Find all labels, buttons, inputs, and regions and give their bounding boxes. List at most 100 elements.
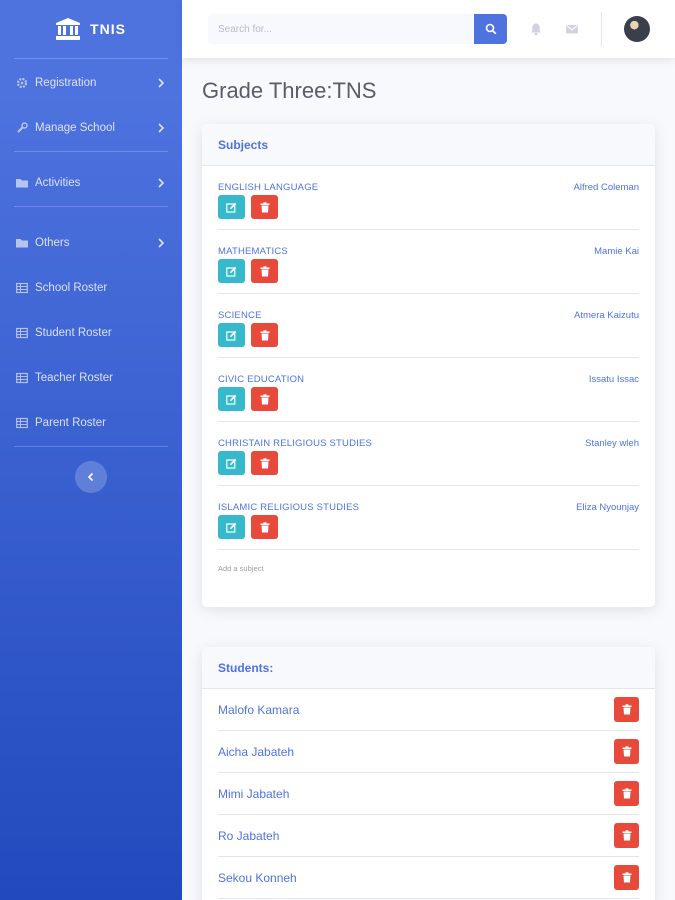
subjects-card: Subjects English Language Alfred Coleman… <box>202 124 655 607</box>
subject-teacher[interactable]: Atmera Kaizutu <box>574 310 639 321</box>
edit-subject-button[interactable] <box>218 259 245 283</box>
subject-row: English Language Alfred Coleman <box>218 166 639 230</box>
subject-actions <box>218 451 278 475</box>
search-input[interactable] <box>208 14 474 44</box>
students-header: Students: <box>202 647 655 689</box>
student-name[interactable]: Malofo Kamara <box>218 703 299 717</box>
table-icon <box>16 282 28 293</box>
subject-actions <box>218 195 278 219</box>
sidebar-item-label: Manage School <box>35 121 115 134</box>
subject-teacher[interactable]: Eliza Nyounjay <box>576 502 639 513</box>
brand[interactable]: TNIS <box>0 0 182 58</box>
trash-icon <box>622 872 631 883</box>
page-title: Grade Three:TNS <box>202 78 377 103</box>
student-name[interactable]: Aicha Jabateh <box>218 745 294 759</box>
delete-subject-button[interactable] <box>251 451 278 475</box>
wrench-icon <box>17 121 28 133</box>
subject-name[interactable]: English Language <box>218 182 318 193</box>
envelope-icon[interactable] <box>565 22 579 36</box>
edit-icon <box>226 458 237 469</box>
subject-row: Civic Education Issatu Issac <box>218 358 639 422</box>
edit-subject-button[interactable] <box>218 515 245 539</box>
trash-icon <box>260 265 269 276</box>
edit-subject-button[interactable] <box>218 323 245 347</box>
edit-icon <box>226 330 237 341</box>
trash-icon <box>260 201 269 212</box>
edit-subject-button[interactable] <box>218 451 245 475</box>
subject-teacher[interactable]: Stanley wleh <box>585 438 639 449</box>
avatar[interactable] <box>624 16 650 42</box>
edit-subject-button[interactable] <box>218 387 245 411</box>
sidebar-item-manage-school[interactable]: Manage School <box>0 105 182 150</box>
search-icon <box>485 23 496 35</box>
folder-icon <box>16 238 28 247</box>
edit-icon <box>226 266 237 277</box>
chevron-right-icon <box>158 237 165 248</box>
chevron-right-icon <box>158 122 165 133</box>
chevron-right-icon <box>158 77 165 88</box>
students-card: Students: Malofo Kamara Aicha Jabateh Mi… <box>202 647 655 900</box>
sidebar-item-activities[interactable]: Activities <box>0 160 182 205</box>
sidebar-toggle-button[interactable] <box>75 461 107 493</box>
sidebar-item-student-roster[interactable]: Student Roster <box>0 310 182 355</box>
subject-name[interactable]: Science <box>218 310 262 321</box>
subject-row: Islamic Religious Studies Eliza Nyounjay <box>218 486 639 550</box>
delete-student-button[interactable] <box>614 781 639 806</box>
gear-icon <box>16 77 28 88</box>
bell-icon[interactable] <box>529 22 543 36</box>
delete-subject-button[interactable] <box>251 323 278 347</box>
sidebar-item-registration[interactable]: Registration <box>0 60 182 105</box>
student-name[interactable]: Sekou Konneh <box>218 871 297 885</box>
subject-name[interactable]: Civic Education <box>218 374 304 385</box>
delete-student-button[interactable] <box>614 865 639 890</box>
sidebar-divider <box>14 446 168 447</box>
university-icon <box>56 18 81 40</box>
student-row: Mimi Jabateh <box>218 773 639 815</box>
delete-subject-button[interactable] <box>251 259 278 283</box>
trash-icon <box>622 830 631 841</box>
sidebar-item-parent-roster[interactable]: Parent Roster <box>0 400 182 445</box>
sidebar-item-label: Parent Roster <box>35 416 106 429</box>
sidebar-item-label: School Roster <box>35 281 108 294</box>
subject-name[interactable]: Islamic Religious Studies <box>218 502 359 513</box>
delete-subject-button[interactable] <box>251 387 278 411</box>
student-row: Ro Jabateh <box>218 815 639 857</box>
subject-teacher[interactable]: Mamie Kai <box>594 246 639 257</box>
delete-student-button[interactable] <box>614 739 639 764</box>
search-button[interactable] <box>474 14 507 44</box>
trash-icon <box>622 746 631 757</box>
trash-icon <box>260 457 269 468</box>
sidebar-item-label: Student Roster <box>35 326 112 339</box>
subject-actions <box>218 387 278 411</box>
trash-icon <box>260 329 269 340</box>
subject-teacher[interactable]: Alfred Coleman <box>574 182 639 193</box>
delete-subject-button[interactable] <box>251 195 278 219</box>
chevron-left-icon <box>87 472 94 482</box>
subject-teacher[interactable]: Issatu Issac <box>589 374 639 385</box>
edit-icon <box>226 522 237 533</box>
subject-name[interactable]: Christain Religious Studies <box>218 438 372 449</box>
trash-icon <box>260 393 269 404</box>
sidebar-item-others[interactable]: Others <box>0 220 182 265</box>
trash-icon <box>622 788 631 799</box>
sidebar-item-teacher-roster[interactable]: Teacher Roster <box>0 355 182 400</box>
subject-row: Christain Religious Studies Stanley wleh <box>218 422 639 486</box>
sidebar-divider <box>14 151 168 152</box>
sidebar-item-school-roster[interactable]: School Roster <box>0 265 182 310</box>
sidebar-divider <box>14 58 168 59</box>
student-row: Aicha Jabateh <box>218 731 639 773</box>
subject-name[interactable]: Mathematics <box>218 246 288 257</box>
delete-subject-button[interactable] <box>251 515 278 539</box>
subjects-header: Subjects <box>202 124 655 166</box>
delete-student-button[interactable] <box>614 697 639 722</box>
add-subject-link[interactable]: Add a subject <box>218 564 639 573</box>
delete-student-button[interactable] <box>614 823 639 848</box>
subject-row: Science Atmera Kaizutu <box>218 294 639 358</box>
table-icon <box>16 372 28 383</box>
student-name[interactable]: Ro Jabateh <box>218 829 279 843</box>
sidebar-toggle-wrap <box>0 461 182 493</box>
edit-subject-button[interactable] <box>218 195 245 219</box>
search-group <box>208 14 507 44</box>
student-row: Sekou Konneh <box>218 857 639 899</box>
student-name[interactable]: Mimi Jabateh <box>218 787 289 801</box>
